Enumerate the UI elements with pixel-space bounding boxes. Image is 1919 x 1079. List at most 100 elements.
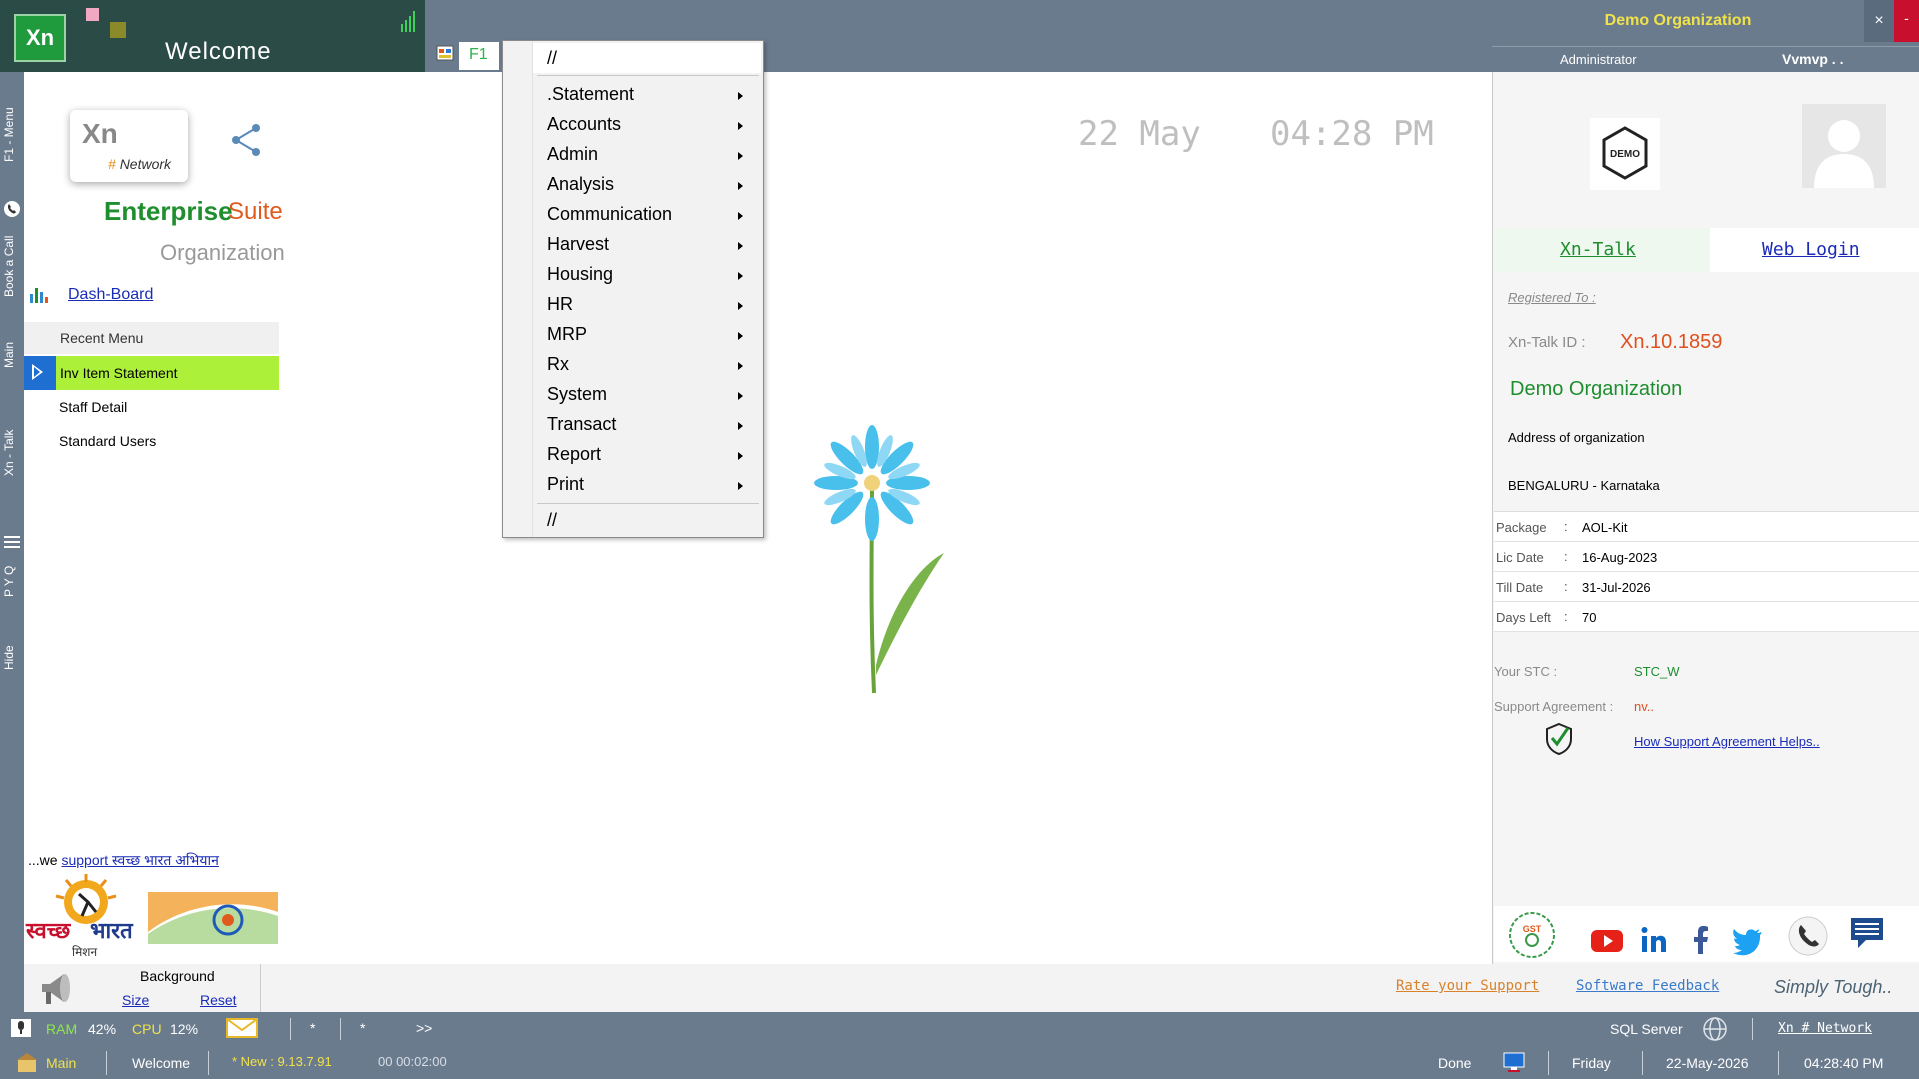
status-date: 22-May-2026 — [1666, 1055, 1749, 1071]
swachh-prefix: ...we — [28, 852, 62, 868]
background-label: Background — [140, 968, 215, 984]
cpu-value: 12% — [170, 1021, 199, 1037]
chat-icon[interactable] — [1848, 914, 1886, 952]
web-login-link[interactable]: Web Login — [1762, 239, 1860, 260]
side-tab-xn-talk[interactable]: Xn - Talk — [2, 430, 16, 476]
network-card[interactable]: Xn # Network — [70, 110, 188, 182]
swachh-link[interactable]: support स्वच्छ भारत अभियान — [61, 852, 218, 868]
support-help-link[interactable]: How Support Agreement Helps.. — [1634, 734, 1820, 749]
menu-item-housing[interactable]: Housing — [547, 264, 759, 292]
facebook-icon[interactable] — [1684, 924, 1718, 956]
rate-support-link[interactable]: Rate your Support — [1396, 978, 1539, 994]
globe-icon[interactable] — [1702, 1016, 1728, 1042]
menu-item-label: HR — [547, 294, 573, 314]
mic-icon[interactable] — [10, 1018, 32, 1038]
menu-item-admin[interactable]: Admin — [547, 144, 759, 172]
window-icon[interactable] — [436, 44, 454, 62]
org-title: Demo Organization — [1604, 12, 1752, 29]
home-icon[interactable] — [16, 1053, 38, 1073]
status-separator — [106, 1051, 107, 1075]
license-value: AOL-Kit — [1582, 520, 1628, 535]
stc-value: STC_W — [1634, 664, 1680, 679]
talk-id-value: Xn.10.1859 — [1620, 331, 1723, 353]
more-button[interactable]: >> — [416, 1020, 432, 1036]
side-tab-hide[interactable]: Hide — [2, 645, 16, 670]
pink-square-icon — [86, 8, 99, 21]
status-separator — [340, 1018, 341, 1040]
svg-text:GST: GST — [1523, 924, 1542, 934]
recent-item-standard-users[interactable]: Standard Users — [59, 433, 156, 449]
menu-top-separator[interactable]: // — [547, 48, 759, 76]
side-tab-main[interactable]: Main — [2, 342, 16, 368]
menu-item-statement[interactable]: .Statement — [547, 84, 759, 112]
main-tab[interactable]: Main — [46, 1055, 76, 1071]
menu-item-accounts[interactable]: Accounts — [547, 114, 759, 142]
brand-link[interactable]: Xn # Network — [1778, 1021, 1872, 1036]
new-version-badge[interactable]: * New : 9.13.7.91 — [232, 1054, 332, 1069]
youtube-icon[interactable] — [1590, 924, 1624, 956]
menu-item-system[interactable]: System — [547, 384, 759, 412]
close-button[interactable]: × — [1864, 0, 1894, 42]
menu-item-transact[interactable]: Transact — [547, 414, 759, 442]
menu-item-mrp[interactable]: MRP — [547, 324, 759, 352]
avatar[interactable] — [1802, 104, 1886, 188]
f1-menu-tab[interactable]: F1 — [459, 42, 499, 70]
status-separator — [1642, 1051, 1643, 1075]
dashboard-link[interactable]: Dash-Board — [68, 286, 153, 304]
organization-city: BENGALURU - Karnataka — [1508, 478, 1660, 493]
twitter-icon[interactable] — [1730, 924, 1764, 956]
enterprise-label: Enterprise — [104, 196, 233, 226]
menu-item-print[interactable]: Print — [547, 474, 759, 502]
recent-item-staff-detail[interactable]: Staff Detail — [59, 399, 127, 415]
submenu-arrow-icon — [738, 152, 743, 160]
welcome-tab[interactable]: Welcome — [132, 1055, 190, 1071]
ram-label: RAM — [46, 1021, 78, 1037]
menu-item-hr[interactable]: HR — [547, 294, 759, 322]
tagline: Simply Tough.. — [1774, 977, 1893, 997]
menu-bottom-separator-label: // — [547, 510, 558, 530]
menu-item-report[interactable]: Report — [547, 444, 759, 472]
menu-bottom-separator[interactable]: // — [547, 510, 759, 538]
status-time: 04:28:40 PM — [1804, 1055, 1884, 1071]
submenu-arrow-icon — [738, 92, 743, 100]
menu-item-label: Housing — [547, 264, 614, 284]
status-day: Friday — [1572, 1055, 1611, 1071]
menu-item-harvest[interactable]: Harvest — [547, 234, 759, 262]
software-feedback-link[interactable]: Software Feedback — [1576, 978, 1719, 994]
linkedin-icon[interactable] — [1638, 924, 1672, 956]
license-colon: : — [1564, 609, 1568, 624]
user-name[interactable]: Vvmvp . . — [1782, 51, 1843, 67]
license-value: 70 — [1582, 610, 1597, 625]
status-bar-top: RAM 42% CPU 12% * * >> SQL Server Xn # N… — [0, 1012, 1919, 1045]
svg-text:स्वच्छ: स्वच्छ — [25, 918, 72, 943]
status-done: Done — [1438, 1055, 1472, 1071]
menu-item-analysis[interactable]: Analysis — [547, 174, 759, 202]
side-tab-f1-menu[interactable]: F1 - Menu — [2, 107, 16, 162]
mail-icon[interactable] — [226, 1018, 258, 1038]
phone-call-icon[interactable] — [1788, 916, 1828, 956]
background-size-link[interactable]: Size — [122, 992, 149, 1008]
menu-item-rx[interactable]: Rx — [547, 354, 759, 382]
organization-label: Organization — [160, 240, 285, 265]
background-reset-link[interactable]: Reset — [200, 992, 237, 1008]
side-tab-book-a-call[interactable]: Book a Call — [2, 236, 16, 297]
menu-item-communication[interactable]: Communication — [547, 204, 759, 232]
gst-enabled-icon[interactable]: GST — [1502, 910, 1562, 960]
submenu-arrow-icon — [738, 332, 743, 340]
license-label: Till Date — [1496, 580, 1544, 595]
xn-talk-link[interactable]: Xn-Talk — [1560, 239, 1636, 260]
digital-india-logo — [148, 892, 278, 944]
monitor-icon[interactable] — [1502, 1051, 1526, 1073]
share-icon[interactable] — [228, 122, 264, 158]
xn-logo[interactable]: Xn — [14, 14, 66, 62]
side-tab-pyq[interactable]: P Y Q — [2, 566, 16, 597]
right-panel-header — [1492, 0, 1919, 72]
registered-to-label: Registered To : — [1508, 290, 1596, 305]
minimize-button[interactable]: - — [1894, 0, 1919, 42]
recent-item-active[interactable]: Inv Item Statement — [24, 356, 279, 390]
status-separator — [1548, 1051, 1549, 1075]
submenu-arrow-icon — [738, 242, 743, 250]
license-table: Package : AOL-Kit Lic Date : 16-Aug-2023… — [1494, 511, 1919, 632]
license-colon: : — [1564, 579, 1568, 594]
megaphone-icon[interactable] — [36, 966, 80, 1010]
